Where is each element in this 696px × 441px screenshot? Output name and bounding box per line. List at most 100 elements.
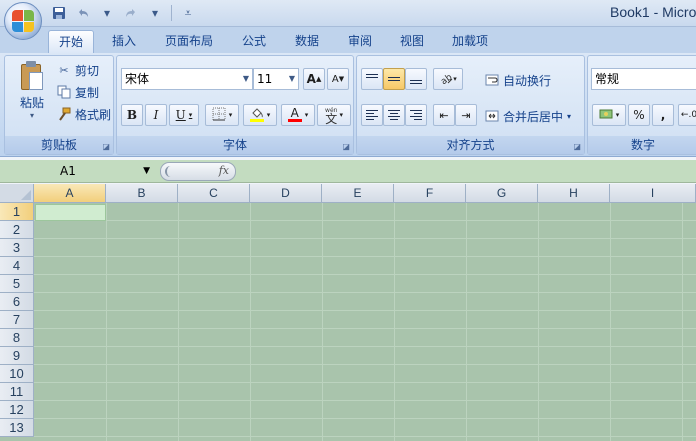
column-header-d[interactable]: D [250,184,322,203]
column-header-g[interactable]: G [466,184,538,203]
office-button[interactable] [4,2,42,40]
name-box[interactable]: A1 ▼ [2,162,154,181]
active-cell[interactable] [35,204,106,221]
align-right-button[interactable] [405,104,427,126]
tab-formulas[interactable]: 公式 [232,30,276,53]
name-box-value: A1 [60,164,76,178]
italic-button[interactable]: I [145,104,167,126]
chevron-down-icon[interactable]: ▾ [96,3,118,23]
tab-view[interactable]: 视图 [390,30,434,53]
column-header-h[interactable]: H [538,184,610,203]
tab-page-layout[interactable]: 页面布局 [155,30,223,53]
scissors-icon: ✂ [59,63,69,77]
align-left-button[interactable] [361,104,383,126]
paste-button[interactable]: 粘贴 ▾ [11,60,53,126]
select-all-button[interactable] [0,184,34,203]
phonetic-guide-button[interactable]: wén 文 ▾ [317,104,351,126]
grid-hline [34,310,696,311]
row-header-4[interactable]: 4 [0,257,34,275]
row-header-8[interactable]: 8 [0,329,34,347]
grid-hline [34,328,696,329]
increase-indent-button[interactable]: ⇥ [455,104,477,126]
grow-font-icon: A [306,72,316,86]
font-color-button[interactable]: A ▾ [281,104,315,126]
tab-home[interactable]: 开始 [48,30,95,53]
formula-handle-icon [165,166,175,177]
fill-color-button[interactable]: ▾ [243,104,277,126]
save-icon[interactable] [48,3,70,23]
font-size-value: 11 [257,72,273,86]
chevron-down-icon[interactable]: ▾ [144,3,166,23]
tab-data[interactable]: 数据 [285,30,329,53]
bottom-align-icon [410,74,422,84]
grid-hline [34,220,696,221]
number-format-combo[interactable]: 常规 [591,68,696,90]
column-header-c[interactable]: C [178,184,250,203]
undo-icon[interactable] [72,3,94,23]
increase-decimal-icon: ←.0 [680,110,696,120]
copy-button[interactable]: 复制 [57,82,99,102]
row-header-1[interactable]: 1 [0,203,34,221]
comma-button[interactable]: , [652,104,674,126]
column-header-i[interactable]: I [610,184,696,203]
row-header-7[interactable]: 7 [0,311,34,329]
customize-qat-icon[interactable]: ⩡ [177,3,199,23]
grid-hline [34,256,696,257]
middle-align-icon [388,74,400,84]
worksheet-grid[interactable]: ABCDEFGHI 1 2 3 4 5 6 7 8 9 10 11 12 13 [0,184,696,441]
row-header-13[interactable]: 13 [0,419,34,437]
redo-icon[interactable] [120,3,142,23]
top-align-button[interactable] [361,68,383,90]
row-header-3[interactable]: 3 [0,239,34,257]
underline-button[interactable]: U ▾ [169,104,199,126]
grid-hline [34,382,696,383]
dialog-launcher-icon[interactable]: ◪ [102,142,110,151]
grid-hline [34,418,696,419]
row-header-10[interactable]: 10 [0,365,34,383]
chevron-down-icon: ▾ [188,111,193,119]
row-header-12[interactable]: 12 [0,401,34,419]
decrease-indent-button[interactable]: ⇤ [433,104,455,126]
align-right-icon [410,110,422,120]
formula-bar: A1 ▼ fx [0,160,696,183]
bottom-align-button[interactable] [405,68,427,90]
column-header-e[interactable]: E [322,184,394,203]
row-header-5[interactable]: 5 [0,275,34,293]
grid-hline [34,292,696,293]
wrap-text-button[interactable]: 自动换行 [485,70,551,90]
chevron-down-icon: ▼ [143,166,150,176]
dialog-launcher-icon[interactable]: ◪ [573,142,581,151]
merge-center-button[interactable]: 合并后居中 ▾ [485,106,571,126]
grow-font-button[interactable]: A ▲ [303,68,325,90]
tab-review[interactable]: 审阅 [338,30,382,53]
cut-button[interactable]: ✂ 剪切 [57,60,99,80]
bold-button[interactable]: B [121,104,143,126]
column-header-a[interactable]: A [34,184,106,203]
format-painter-button[interactable]: 格式刷 [57,104,111,124]
accounting-format-button[interactable]: ▾ [592,104,626,126]
row-header-2[interactable]: 2 [0,221,34,239]
font-name-combo[interactable]: 宋体 ▼ [121,68,253,90]
clipboard-group: 粘贴 ▾ ✂ 剪切 复制 格式刷 剪贴板 ◪ [4,55,114,155]
align-center-button[interactable] [383,104,405,126]
column-header-f[interactable]: F [394,184,466,203]
dialog-launcher-icon[interactable]: ◪ [342,142,350,151]
grid-hline [34,400,696,401]
increase-decimal-button[interactable]: ←.0 [678,104,696,126]
borders-icon [212,107,226,124]
tab-insert[interactable]: 插入 [102,30,146,53]
orientation-icon: ab [439,71,455,88]
tab-addins[interactable]: 加载项 [442,30,498,53]
row-header-6[interactable]: 6 [0,293,34,311]
row-header-11[interactable]: 11 [0,383,34,401]
font-size-combo[interactable]: 11 ▼ [253,68,299,90]
orientation-button[interactable]: ab ▾ [433,68,463,90]
brush-icon [57,107,71,121]
middle-align-button[interactable] [383,68,405,90]
percent-button[interactable]: % [628,104,650,126]
shrink-font-button[interactable]: A ▼ [327,68,349,90]
insert-function-button[interactable]: fx [160,162,236,181]
column-header-b[interactable]: B [106,184,178,203]
row-header-9[interactable]: 9 [0,347,34,365]
borders-button[interactable]: ▾ [205,104,239,126]
